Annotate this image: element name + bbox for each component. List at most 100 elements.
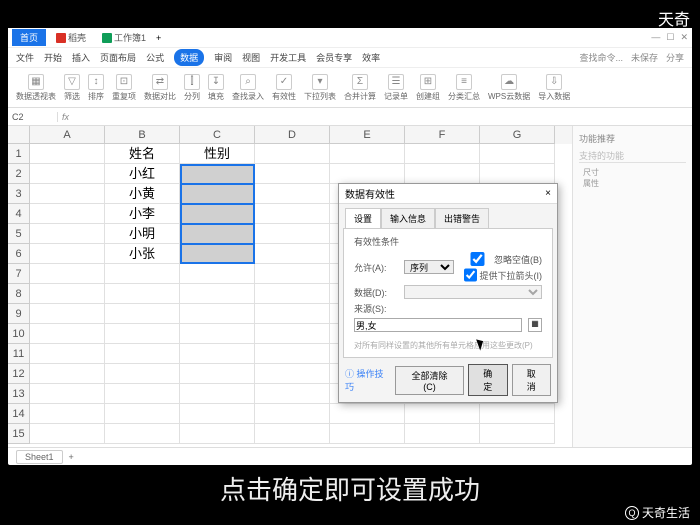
ribbon-button[interactable]: ⌕查找录入 — [232, 74, 264, 102]
dialog-close-button[interactable]: × — [545, 188, 551, 199]
cell[interactable] — [180, 384, 255, 404]
cell[interactable] — [30, 224, 105, 244]
cell-reference[interactable]: C2 — [8, 112, 58, 122]
dropdown-arrow-checkbox[interactable] — [464, 268, 477, 282]
cell[interactable]: 小明 — [105, 224, 180, 244]
cell[interactable] — [30, 244, 105, 264]
cell[interactable] — [480, 144, 555, 164]
cell[interactable] — [105, 404, 180, 424]
range-picker-icon[interactable]: ▦ — [528, 318, 542, 332]
ribbon-button[interactable]: ⇄数据对比 — [144, 74, 176, 102]
cell[interactable] — [180, 244, 255, 264]
new-tab-button[interactable]: + — [156, 33, 161, 43]
ribbon-button[interactable]: ⊡重复项 — [112, 74, 136, 102]
cell[interactable] — [255, 424, 330, 444]
cell[interactable] — [255, 324, 330, 344]
cell[interactable] — [30, 424, 105, 444]
ribbon-button[interactable]: ↧填充 — [208, 74, 224, 102]
cell[interactable] — [255, 184, 330, 204]
ribbon-button[interactable]: ≡分类汇总 — [448, 74, 480, 102]
ribbon-button[interactable]: ⫿分列 — [184, 74, 200, 102]
cell[interactable] — [255, 284, 330, 304]
ignore-blank-checkbox[interactable] — [464, 252, 492, 266]
cell[interactable] — [180, 164, 255, 184]
cell[interactable] — [255, 304, 330, 324]
row-header[interactable]: 1 — [8, 144, 30, 164]
cell[interactable] — [105, 264, 180, 284]
cell[interactable] — [405, 164, 480, 184]
home-tab[interactable]: 首页 — [12, 29, 46, 46]
ribbon-button[interactable]: ⊞创建组 — [416, 74, 440, 102]
cell[interactable] — [180, 344, 255, 364]
dialog-tab-error[interactable]: 出错警告 — [435, 208, 489, 228]
cell[interactable]: 姓名 — [105, 144, 180, 164]
row-header[interactable]: 4 — [8, 204, 30, 224]
col-header[interactable]: A — [30, 126, 105, 144]
cell[interactable] — [255, 404, 330, 424]
search-input[interactable]: 查找命令... — [579, 51, 623, 64]
ribbon-button[interactable]: ▽筛选 — [64, 74, 80, 102]
cell[interactable] — [255, 204, 330, 224]
cell[interactable] — [255, 144, 330, 164]
cell[interactable] — [330, 144, 405, 164]
cell[interactable]: 小李 — [105, 204, 180, 224]
cell[interactable] — [180, 224, 255, 244]
ribbon-button[interactable]: Σ合并计算 — [344, 74, 376, 102]
row-header[interactable]: 14 — [8, 404, 30, 424]
cell[interactable]: 小黄 — [105, 184, 180, 204]
cell[interactable] — [405, 404, 480, 424]
row-header[interactable]: 11 — [8, 344, 30, 364]
cell[interactable] — [105, 344, 180, 364]
cell[interactable]: 小张 — [105, 244, 180, 264]
menu-item[interactable]: 效率 — [362, 51, 380, 64]
file-menu[interactable]: 文件 — [16, 51, 34, 64]
cell[interactable] — [480, 164, 555, 184]
cell[interactable] — [480, 424, 555, 444]
source-input[interactable] — [354, 318, 522, 332]
allow-select[interactable]: 序列 — [404, 260, 454, 274]
cell[interactable] — [180, 424, 255, 444]
cell[interactable] — [30, 284, 105, 304]
cell[interactable] — [255, 344, 330, 364]
share-link[interactable]: 分享 — [666, 51, 684, 64]
cell[interactable] — [105, 364, 180, 384]
cell[interactable] — [255, 264, 330, 284]
col-header[interactable]: D — [255, 126, 330, 144]
ribbon-button[interactable]: ▾下拉列表 — [304, 74, 336, 102]
cell[interactable] — [30, 164, 105, 184]
cell[interactable] — [30, 304, 105, 324]
cell[interactable] — [180, 404, 255, 424]
sheet-tab[interactable]: Sheet1 — [16, 450, 63, 464]
row-header[interactable]: 7 — [8, 264, 30, 284]
cell[interactable] — [105, 304, 180, 324]
row-header[interactable]: 9 — [8, 304, 30, 324]
cell[interactable] — [30, 384, 105, 404]
cell[interactable] — [105, 384, 180, 404]
cell[interactable] — [255, 244, 330, 264]
cell[interactable] — [255, 224, 330, 244]
cell[interactable] — [180, 204, 255, 224]
ribbon-button[interactable]: ✓有效性 — [272, 74, 296, 102]
cell[interactable] — [480, 404, 555, 424]
cell[interactable] — [180, 304, 255, 324]
ribbon-button[interactable]: ⇩导入数据 — [538, 74, 570, 102]
menu-item[interactable]: 会员专享 — [316, 51, 352, 64]
row-header[interactable]: 5 — [8, 224, 30, 244]
tips-link[interactable]: ⓘ 操作技巧 — [345, 367, 391, 393]
cell[interactable] — [180, 184, 255, 204]
cell[interactable] — [255, 164, 330, 184]
cell[interactable] — [105, 284, 180, 304]
col-header[interactable]: B — [105, 126, 180, 144]
cell[interactable] — [180, 364, 255, 384]
menu-item[interactable]: 页面布局 — [100, 51, 136, 64]
row-header[interactable]: 10 — [8, 324, 30, 344]
cell[interactable] — [330, 404, 405, 424]
row-header[interactable]: 2 — [8, 164, 30, 184]
row-header[interactable]: 15 — [8, 424, 30, 444]
cell[interactable] — [330, 164, 405, 184]
cell[interactable] — [30, 404, 105, 424]
cancel-button[interactable]: 取消 — [512, 364, 551, 396]
row-header[interactable]: 3 — [8, 184, 30, 204]
cell[interactable] — [405, 424, 480, 444]
menu-item[interactable]: 审阅 — [214, 51, 232, 64]
